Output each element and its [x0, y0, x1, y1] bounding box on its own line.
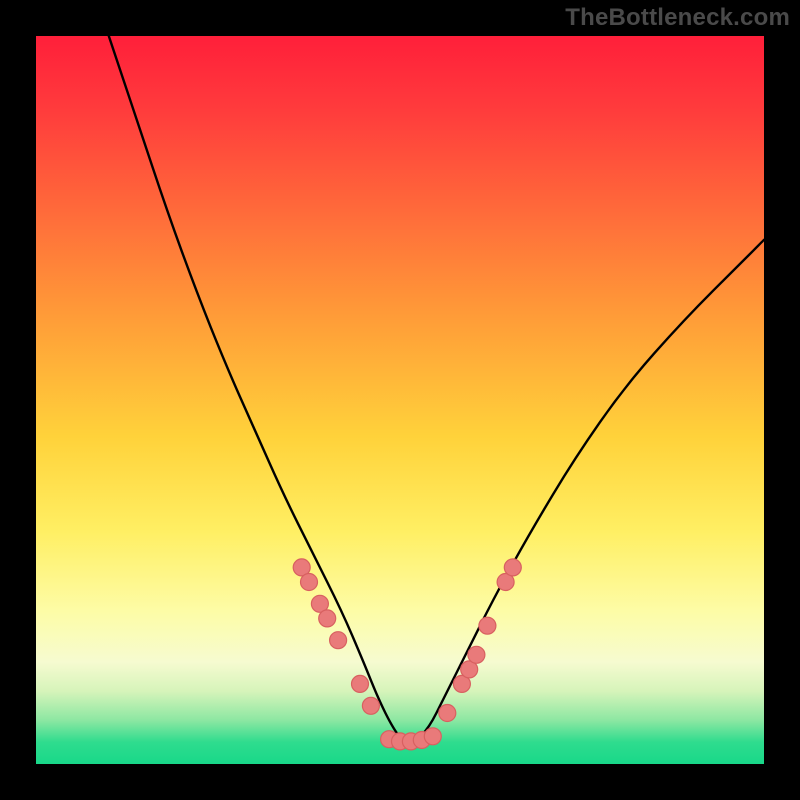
- plot-area: [36, 36, 764, 764]
- data-marker: [362, 697, 379, 714]
- data-marker: [330, 632, 347, 649]
- curve-svg: [36, 36, 764, 764]
- data-marker: [439, 705, 456, 722]
- watermark-text: TheBottleneck.com: [565, 4, 790, 32]
- data-marker: [319, 610, 336, 627]
- data-marker: [424, 728, 441, 745]
- data-marker: [468, 646, 485, 663]
- data-marker: [504, 559, 521, 576]
- bottleneck-curve: [109, 36, 764, 742]
- data-marker: [479, 617, 496, 634]
- marker-group: [293, 559, 521, 750]
- data-marker: [301, 574, 318, 591]
- data-marker: [352, 675, 369, 692]
- chart-stage: TheBottleneck.com: [0, 0, 800, 800]
